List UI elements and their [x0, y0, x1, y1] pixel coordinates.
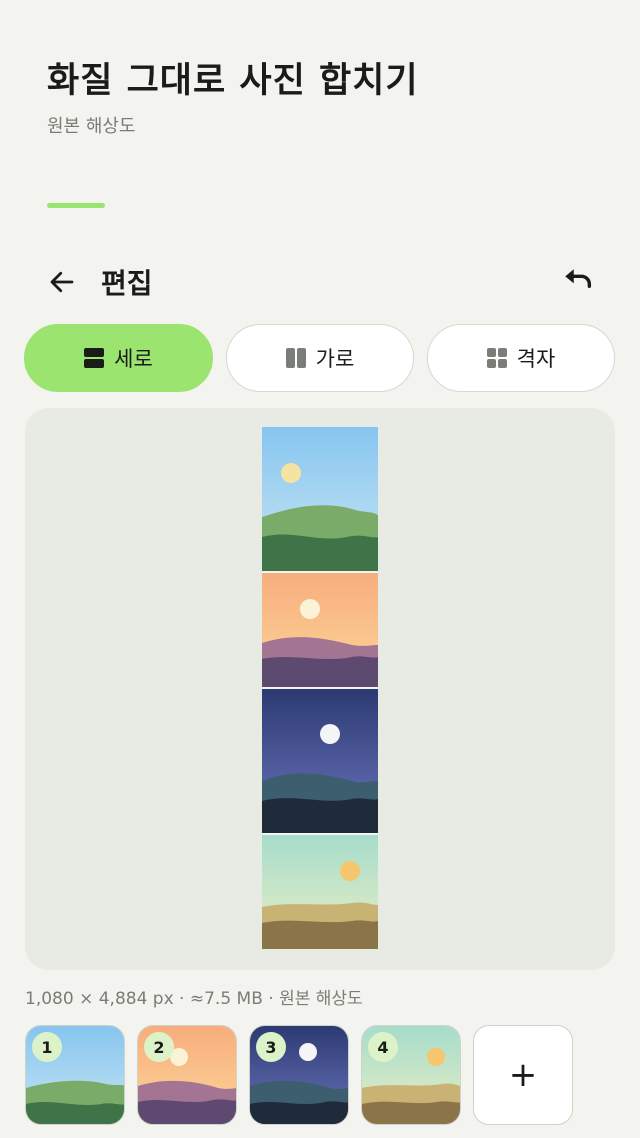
thumbnail-1[interactable]: 1	[25, 1025, 125, 1125]
progress-indicator	[47, 203, 105, 208]
layout-horizontal-button[interactable]: 가로	[226, 324, 414, 392]
layout-horizontal-label: 가로	[315, 347, 355, 371]
grid-layout-icon	[486, 348, 507, 368]
page-subtitle: 원본 해상도	[47, 116, 136, 137]
undo-icon	[565, 269, 592, 288]
horizontal-layout-icon	[285, 348, 306, 368]
thumbnail-2[interactable]: 2	[137, 1025, 237, 1125]
merged-image-strip	[262, 427, 378, 949]
layout-vertical-button[interactable]: 세로	[24, 324, 213, 392]
preview-photo-4	[262, 835, 378, 949]
preview-photo-3	[262, 689, 378, 833]
layout-grid-button[interactable]: 격자	[427, 324, 615, 392]
thumbnail-number-badge: 4	[368, 1032, 398, 1062]
thumbnail-number-badge: 2	[144, 1032, 174, 1062]
preview-photo-2	[262, 573, 378, 687]
thumbnail-4[interactable]: 4	[361, 1025, 461, 1125]
image-info: 1,080 × 4,884 px · ≈7.5 MB · 원본 해상도	[25, 989, 363, 1009]
merged-preview	[25, 408, 615, 970]
undo-button[interactable]	[556, 262, 600, 302]
preview-photo-1	[262, 427, 378, 571]
arrow-left-icon	[50, 271, 74, 293]
layout-vertical-label: 세로	[114, 347, 153, 371]
layout-grid-label: 격자	[516, 347, 556, 371]
thumbnail-number-badge: 1	[32, 1032, 62, 1062]
page-title: 화질 그대로 사진 합치기	[47, 61, 419, 101]
editor-title: 편집	[101, 267, 153, 300]
thumbnail-number-badge: 3	[256, 1032, 286, 1062]
thumbnail-3[interactable]: 3	[249, 1025, 349, 1125]
vertical-layout-icon	[84, 348, 105, 368]
add-photo-button[interactable]: +	[473, 1025, 573, 1125]
back-button[interactable]	[40, 262, 84, 302]
